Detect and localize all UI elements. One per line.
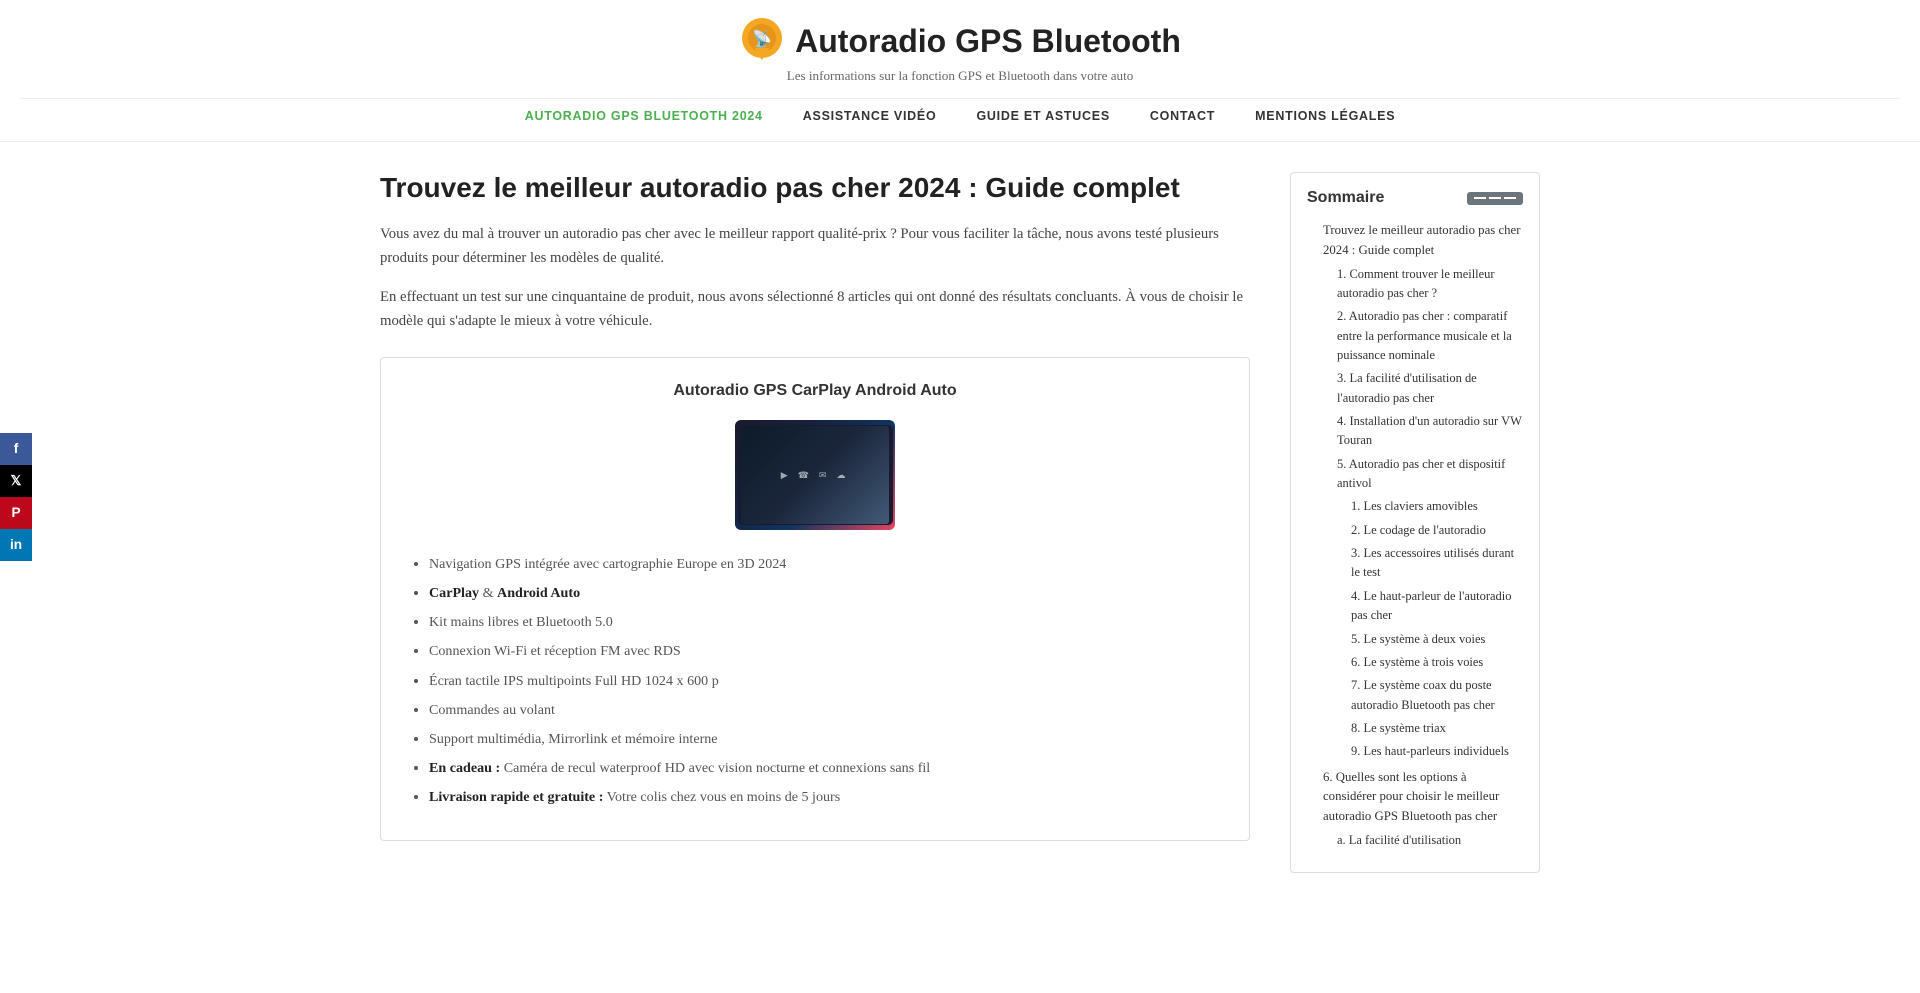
toc-sub2-9: 9. Les haut-parleurs individuels bbox=[1351, 742, 1523, 761]
twitter-x-button[interactable]: 𝕏 bbox=[0, 465, 32, 497]
toc-sub2-6: 6. Le système à trois voies bbox=[1351, 653, 1523, 672]
feature-bluetooth: Kit mains libres et Bluetooth 5.0 bbox=[429, 612, 1221, 633]
toc-sub-item-1-2: 2. Autoradio pas cher : comparatif entre… bbox=[1337, 307, 1523, 365]
svg-text:📷: 📷 bbox=[841, 483, 853, 494]
toc-link-sub2-4[interactable]: 4. Le haut-parleur de l'autoradio pas ch… bbox=[1351, 589, 1511, 622]
toc-link-sub2-3[interactable]: 3. Les accessoires utilisés durant le te… bbox=[1351, 546, 1514, 579]
toc-toggle-line-1 bbox=[1474, 197, 1486, 199]
toc-link-sub2-1[interactable]: 1. Les claviers amovibles bbox=[1351, 499, 1478, 513]
facebook-button[interactable]: f bbox=[0, 433, 32, 465]
intro-paragraph-2: En effectuant un test sur une cinquantai… bbox=[380, 285, 1250, 334]
toc-toggle-button[interactable] bbox=[1467, 192, 1523, 205]
toc-toggle-line-2 bbox=[1489, 197, 1501, 199]
toc-sub2-1: 1. Les claviers amovibles bbox=[1351, 497, 1523, 516]
toc-sub-item-1-3: 3. La facilité d'utilisation de l'autora… bbox=[1337, 369, 1523, 408]
site-header: 📡 Autoradio GPS Bluetooth Les informatio… bbox=[0, 0, 1920, 142]
toc-sub-1-5: 1. Les claviers amovibles 2. Le codage d… bbox=[1337, 497, 1523, 761]
toc-link-sub2-9[interactable]: 9. Les haut-parleurs individuels bbox=[1351, 744, 1509, 758]
toc-item-1: Trouvez le meilleur autoradio pas cher 2… bbox=[1323, 221, 1523, 762]
svg-text:📡: 📡 bbox=[752, 28, 772, 48]
toc-header: Sommaire bbox=[1307, 189, 1523, 207]
toc-item-6: 6. Quelles sont les options à considérer… bbox=[1323, 768, 1523, 851]
toc-link-1[interactable]: Trouvez le meilleur autoradio pas cher 2… bbox=[1323, 223, 1520, 257]
toc-link-6[interactable]: 6. Quelles sont les options à considérer… bbox=[1323, 770, 1499, 824]
toc-box: Sommaire Trouvez le meilleur autoradio p… bbox=[1290, 172, 1540, 873]
toc-sub2-5: 5. Le système à deux voies bbox=[1351, 630, 1523, 649]
toc-link-sub2-5[interactable]: 5. Le système à deux voies bbox=[1351, 632, 1485, 646]
toc-sub-item-1-4: 4. Installation d'un autoradio sur VW To… bbox=[1337, 412, 1523, 451]
intro-paragraph-1: Vous avez du mal à trouver un autoradio … bbox=[380, 222, 1250, 271]
toc-link-sub2-7[interactable]: 7. Le système coax du poste autoradio Bl… bbox=[1351, 678, 1495, 711]
nav-autoradio[interactable]: AUTORADIO GPS BLUETOOTH 2024 bbox=[525, 109, 763, 123]
toc-sub-6-a: a. La facilité d'utilisation bbox=[1337, 831, 1523, 850]
toc-link-6-a[interactable]: a. La facilité d'utilisation bbox=[1337, 833, 1461, 847]
svg-text:⚙: ⚙ bbox=[843, 456, 852, 467]
toc-link-1-5[interactable]: 5. Autoradio pas cher et dispositif anti… bbox=[1337, 457, 1505, 490]
nav-guide[interactable]: GUIDE ET ASTUCES bbox=[976, 109, 1109, 123]
feature-steering: Commandes au volant bbox=[429, 700, 1221, 721]
logo-icon: 📡 bbox=[739, 18, 785, 64]
main-content: Trouvez le meilleur autoradio pas cher 2… bbox=[380, 172, 1250, 873]
page-wrapper: Trouvez le meilleur autoradio pas cher 2… bbox=[360, 142, 1560, 903]
feature-wifi: Connexion Wi-Fi et réception FM avec RDS bbox=[429, 641, 1221, 662]
linkedin-button[interactable]: in bbox=[0, 529, 32, 561]
site-tagline: Les informations sur la fonction GPS et … bbox=[20, 68, 1900, 84]
toc-sub-1: 1. Comment trouver le meilleur autoradio… bbox=[1323, 265, 1523, 762]
toc-link-1-3[interactable]: 3. La facilité d'utilisation de l'autora… bbox=[1337, 371, 1477, 404]
toc-link-1-2[interactable]: 2. Autoradio pas cher : comparatif entre… bbox=[1337, 309, 1512, 362]
feature-carplay: CarPlay & Android Auto bbox=[429, 583, 1221, 604]
product-image: ☎ ▶ ♪ ⚙ ✉ ☁ 🗺 📷 bbox=[735, 420, 895, 530]
toc-sub2-8: 8. Le système triax bbox=[1351, 719, 1523, 738]
toc-link-1-1[interactable]: 1. Comment trouver le meilleur autoradio… bbox=[1337, 267, 1495, 300]
feature-media: Support multimédia, Mirrorlink et mémoir… bbox=[429, 729, 1221, 750]
product-image-area: ☎ ▶ ♪ ⚙ ✉ ☁ 🗺 📷 bbox=[409, 420, 1221, 530]
svg-text:🗺: 🗺 bbox=[816, 482, 829, 494]
site-logo: 📡 Autoradio GPS Bluetooth bbox=[20, 18, 1900, 64]
site-title: Autoradio GPS Bluetooth bbox=[795, 23, 1181, 60]
nav-assistance[interactable]: ASSISTANCE VIDÉO bbox=[803, 109, 937, 123]
main-nav: AUTORADIO GPS BLUETOOTH 2024 ASSISTANCE … bbox=[20, 98, 1900, 131]
svg-text:☎: ☎ bbox=[766, 456, 778, 467]
social-sidebar: f 𝕏 P in bbox=[0, 433, 32, 561]
nav-mentions[interactable]: MENTIONS LÉGALES bbox=[1255, 109, 1395, 123]
page-title: Trouvez le meilleur autoradio pas cher 2… bbox=[380, 172, 1250, 204]
feature-camera: En cadeau : Caméra de recul waterproof H… bbox=[429, 758, 1221, 779]
toc-link-sub2-8[interactable]: 8. Le système triax bbox=[1351, 721, 1446, 735]
svg-text:▶: ▶ bbox=[794, 456, 802, 467]
toc-sub2-4: 4. Le haut-parleur de l'autoradio pas ch… bbox=[1351, 587, 1523, 626]
toc-link-1-4[interactable]: 4. Installation d'un autoradio sur VW To… bbox=[1337, 414, 1522, 447]
sidebar: Sommaire Trouvez le meilleur autoradio p… bbox=[1290, 172, 1540, 873]
toc-sub-6: a. La facilité d'utilisation bbox=[1323, 831, 1523, 850]
product-features-list: Navigation GPS intégrée avec cartographi… bbox=[409, 554, 1221, 808]
nav-contact[interactable]: CONTACT bbox=[1150, 109, 1215, 123]
feature-gps: Navigation GPS intégrée avec cartographi… bbox=[429, 554, 1221, 575]
feature-delivery: Livraison rapide et gratuite : Votre col… bbox=[429, 787, 1221, 808]
svg-text:☁: ☁ bbox=[793, 483, 803, 494]
product-title: Autoradio GPS CarPlay Android Auto bbox=[409, 382, 1221, 400]
toc-sub2-7: 7. Le système coax du poste autoradio Bl… bbox=[1351, 676, 1523, 715]
toc-sub2-3: 3. Les accessoires utilisés durant le te… bbox=[1351, 544, 1523, 583]
toc-sub-item-1-1: 1. Comment trouver le meilleur autoradio… bbox=[1337, 265, 1523, 304]
toc-link-sub2-2[interactable]: 2. Le codage de l'autoradio bbox=[1351, 523, 1486, 537]
product-box: Autoradio GPS CarPlay Android Auto bbox=[380, 357, 1250, 841]
toc-title: Sommaire bbox=[1307, 189, 1384, 207]
toc-sub-item-1-5: 5. Autoradio pas cher et dispositif anti… bbox=[1337, 455, 1523, 762]
toc-toggle-line-3 bbox=[1504, 197, 1516, 199]
toc-list: Trouvez le meilleur autoradio pas cher 2… bbox=[1307, 221, 1523, 850]
toc-link-sub2-6[interactable]: 6. Le système à trois voies bbox=[1351, 655, 1483, 669]
svg-text:♪: ♪ bbox=[820, 456, 825, 467]
pinterest-button[interactable]: P bbox=[0, 497, 32, 529]
svg-text:✉: ✉ bbox=[768, 483, 776, 494]
toc-sub2-2: 2. Le codage de l'autoradio bbox=[1351, 521, 1523, 540]
feature-screen: Écran tactile IPS multipoints Full HD 10… bbox=[429, 671, 1221, 692]
